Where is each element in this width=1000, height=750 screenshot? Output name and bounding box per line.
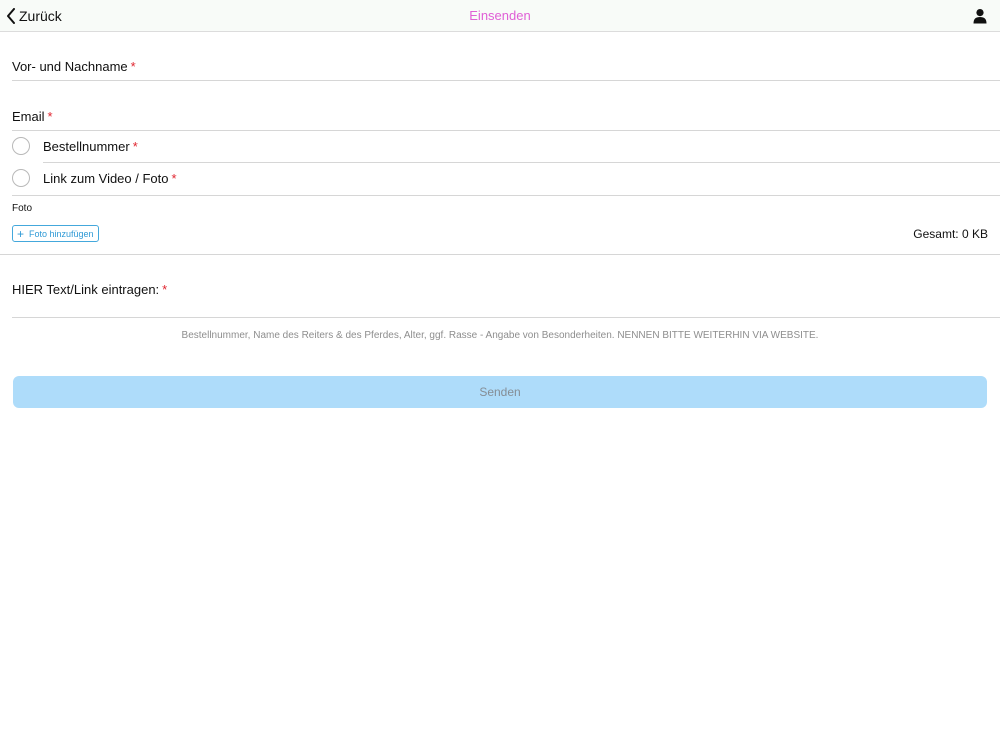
text-field-label: HIER Text/Link eintragen: * bbox=[12, 282, 167, 297]
photo-section-label: Foto bbox=[12, 203, 33, 214]
chevron-left-icon bbox=[6, 8, 16, 24]
radio-option-video-link[interactable]: Link zum Video / Foto * bbox=[0, 163, 1000, 195]
divider bbox=[0, 254, 1000, 255]
required-marker: * bbox=[171, 171, 177, 186]
divider bbox=[12, 317, 1000, 318]
required-marker: * bbox=[132, 139, 138, 154]
radio-option-order-number[interactable]: Bestellnummer * bbox=[0, 131, 1000, 163]
back-button[interactable]: Zurück bbox=[6, 0, 62, 32]
radio-button[interactable] bbox=[12, 169, 30, 187]
plus-icon: + bbox=[17, 226, 25, 241]
radio-label-text: Link zum Video / Foto bbox=[43, 171, 169, 186]
text-label-text: HIER Text/Link eintragen: bbox=[12, 282, 160, 297]
radio-label: Link zum Video / Foto * bbox=[43, 171, 177, 186]
text-link-input[interactable] bbox=[12, 298, 988, 314]
required-marker: * bbox=[162, 282, 168, 297]
back-label: Zurück bbox=[19, 8, 62, 24]
add-photo-label: Foto hinzufügen bbox=[29, 228, 94, 239]
hint-text: Bestellnummer, Name des Reiters & des Pf… bbox=[181, 330, 819, 341]
divider bbox=[12, 195, 1000, 196]
send-button[interactable]: Senden bbox=[13, 376, 987, 408]
page: Zurück Einsenden Vor- und Nachname * Emai… bbox=[0, 0, 1000, 750]
page-title: Einsenden bbox=[469, 8, 531, 23]
radio-label-text: Bestellnummer bbox=[43, 139, 130, 154]
total-size-label: Gesamt: 0 KB bbox=[913, 227, 988, 241]
divider bbox=[12, 80, 1000, 81]
nav-bar: Zurück Einsenden bbox=[0, 0, 1000, 32]
user-button[interactable] bbox=[972, 8, 988, 24]
person-icon bbox=[972, 9, 988, 28]
radio-button[interactable] bbox=[12, 137, 30, 155]
add-photo-button[interactable]: + Foto hinzufügen bbox=[12, 225, 99, 242]
radio-label: Bestellnummer * bbox=[43, 139, 138, 154]
